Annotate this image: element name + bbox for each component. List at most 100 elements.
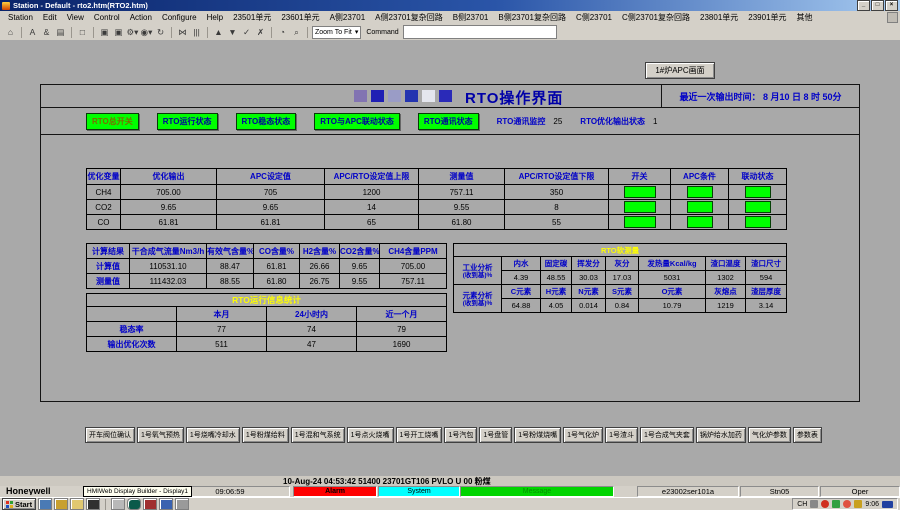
nav-button-gasifier-params[interactable]: 气化炉参数 [748,427,791,443]
refresh-icon[interactable]: ↻ [154,26,167,39]
switch-indicator[interactable] [624,201,656,213]
variable-name: CO [87,215,121,230]
menu-item-b23701-loop[interactable]: B侧23701复杂回路 [493,12,571,23]
nav-button-coal-feed[interactable]: 1号粉煤给料 [242,427,289,443]
language-indicator[interactable]: CH [797,501,807,508]
menu-item-edit[interactable]: Edit [38,13,62,22]
menu-item-help[interactable]: Help [202,13,228,22]
record-icon[interactable]: ◉▾ [140,26,153,39]
rto-run-status-button[interactable]: RTO运行状态 [157,113,218,130]
nav-button-startup-burner[interactable]: 1号开工烧嘴 [396,427,443,443]
menu-item-a23701-loop[interactable]: A侧23701复杂回路 [370,12,448,23]
updates-tray-icon[interactable] [854,500,862,508]
rto-comm-status-button[interactable]: RTO通讯状态 [418,113,479,130]
taskbar-tooltip: HMIWeb Display Builder - Display1 [83,486,192,497]
app-icon[interactable] [175,498,189,510]
nav-button-gasifier[interactable]: 1号气化炉 [563,427,603,443]
command-input[interactable] [403,25,557,39]
stop-icon[interactable]: □ [76,26,89,39]
nav-button-valve-confirm[interactable]: 开车阀位确认 [85,427,135,443]
menu-item-unit23801[interactable]: 23801单元 [695,12,743,23]
folder-icon[interactable] [70,498,84,510]
monitor-icon[interactable] [38,498,52,510]
launcher-icon[interactable] [111,498,125,510]
menu-item-control[interactable]: Control [89,13,125,22]
printer-tray-icon[interactable] [810,500,818,508]
rto-apc-link-status-button[interactable]: RTO与APC联动状态 [314,113,400,130]
lower-icon[interactable]: ▼ [226,26,239,39]
trend-icon[interactable]: ||| [190,26,203,39]
menu-overflow-button[interactable] [887,12,898,23]
menu-item-c23701-loop[interactable]: C侧23701复杂回路 [617,12,695,23]
start-button[interactable]: Start [2,498,36,510]
globe-icon[interactable] [127,498,141,510]
toolbar-separator [71,27,72,38]
table-row: 测量值 111432.03 88.55 61.80 26.75 9.55 757… [87,274,447,289]
nav-button-oxygen-preheat[interactable]: 1号氧气预热 [137,427,184,443]
find-icon[interactable]: ⌕ [290,26,303,39]
error-tray-icon[interactable] [821,500,829,508]
nav-button-boiler-dosing[interactable]: 锅炉给水加药 [696,427,746,443]
zoom-select[interactable]: Zoom To Fit ▾ [312,26,361,39]
nav-button-coal-burner[interactable]: 1号粉煤烧嘴 [514,427,561,443]
prompt-icon[interactable] [86,498,100,510]
paint-icon[interactable] [143,498,157,510]
settings-icon[interactable]: ⚙▾ [126,26,139,39]
menu-bar: Station Edit View Control Action Configu… [0,11,900,24]
menu-item-unit23501[interactable]: 23501单元 [228,12,276,23]
menu-item-other[interactable]: 其他 [792,12,818,23]
rto-steady-status-button[interactable]: RTO稳态状态 [236,113,297,130]
cancel-icon[interactable]: ✗ [254,26,267,39]
clock[interactable]: 9:06 [865,501,879,508]
menu-item-a23701[interactable]: A侧23701 [325,12,371,23]
cell-value: 1219 [706,299,746,313]
menu-item-unit23901[interactable]: 23901单元 [743,12,791,23]
menu-item-station[interactable]: Station [3,13,38,22]
raise-icon[interactable]: ▲ [212,26,225,39]
menu-item-configure[interactable]: Configure [157,13,202,22]
link-status-cell [729,215,787,230]
page-back-icon[interactable]: ▣ [98,26,111,39]
message-zone[interactable]: Message [460,486,614,497]
nav-button-steam-drum[interactable]: 1号汽包 [444,427,477,443]
apc-condition-cell [671,200,729,215]
home-icon[interactable]: ⌂ [4,26,17,39]
minimize-button[interactable]: _ [857,0,870,11]
ok-tray-icon[interactable] [832,500,840,508]
window-icon[interactable] [159,498,173,510]
alarm-summary-icon[interactable]: A [26,26,39,39]
col-header: 发热量Kcal/kg [639,257,706,271]
alarm-message-line[interactable]: 10-Aug-24 04:53:42 51400 23701GT106 PVLO… [0,476,900,486]
print-icon[interactable]: ▤ [54,26,67,39]
nav-button-coil[interactable]: 1号盘管 [479,427,512,443]
apc-screen-button[interactable]: 1#炉APC画面 [645,62,715,79]
switch-indicator[interactable] [624,186,656,198]
accept-icon[interactable]: ✓ [240,26,253,39]
nav-button-param-table[interactable]: 参数表 [793,427,822,443]
menu-item-unit23601[interactable]: 23601单元 [276,12,324,23]
history-icon[interactable]: ◔ [276,26,289,39]
nav-button-syngas-jacket[interactable]: 1号合成气夹套 [640,427,694,443]
alarm-ack-icon[interactable]: & [40,26,53,39]
rto-master-switch-button[interactable]: RTO总开关 [86,113,139,130]
page-title: RTO操作界面 [465,87,563,108]
close-button[interactable]: × [885,0,898,11]
nav-button-mixed-gas[interactable]: 1号混和气系统 [291,427,345,443]
alarm-zone[interactable]: Alarm [293,486,377,497]
nav-button-slag-hopper[interactable]: 1号渣斗 [605,427,638,443]
nav-button-burner-cooling[interactable]: 1号烧嘴冷却水 [186,427,240,443]
detach-icon[interactable]: ⋈ [176,26,189,39]
switch-indicator[interactable] [624,216,656,228]
alert-tray-icon[interactable] [843,500,851,508]
page-forward-icon[interactable]: ▣ [112,26,125,39]
command-label: Command [366,29,398,36]
system-zone[interactable]: System [378,486,460,497]
nav-button-ignition-burner[interactable]: 1号点火烧嘴 [347,427,394,443]
maximize-button[interactable]: □ [871,0,884,11]
menu-item-c23701[interactable]: C侧23701 [571,12,617,23]
menu-item-action[interactable]: Action [125,13,157,22]
station-name: Stn05 [740,486,819,497]
photos-icon[interactable] [54,498,68,510]
menu-item-view[interactable]: View [62,13,89,22]
menu-item-b23701[interactable]: B侧23701 [448,12,494,23]
